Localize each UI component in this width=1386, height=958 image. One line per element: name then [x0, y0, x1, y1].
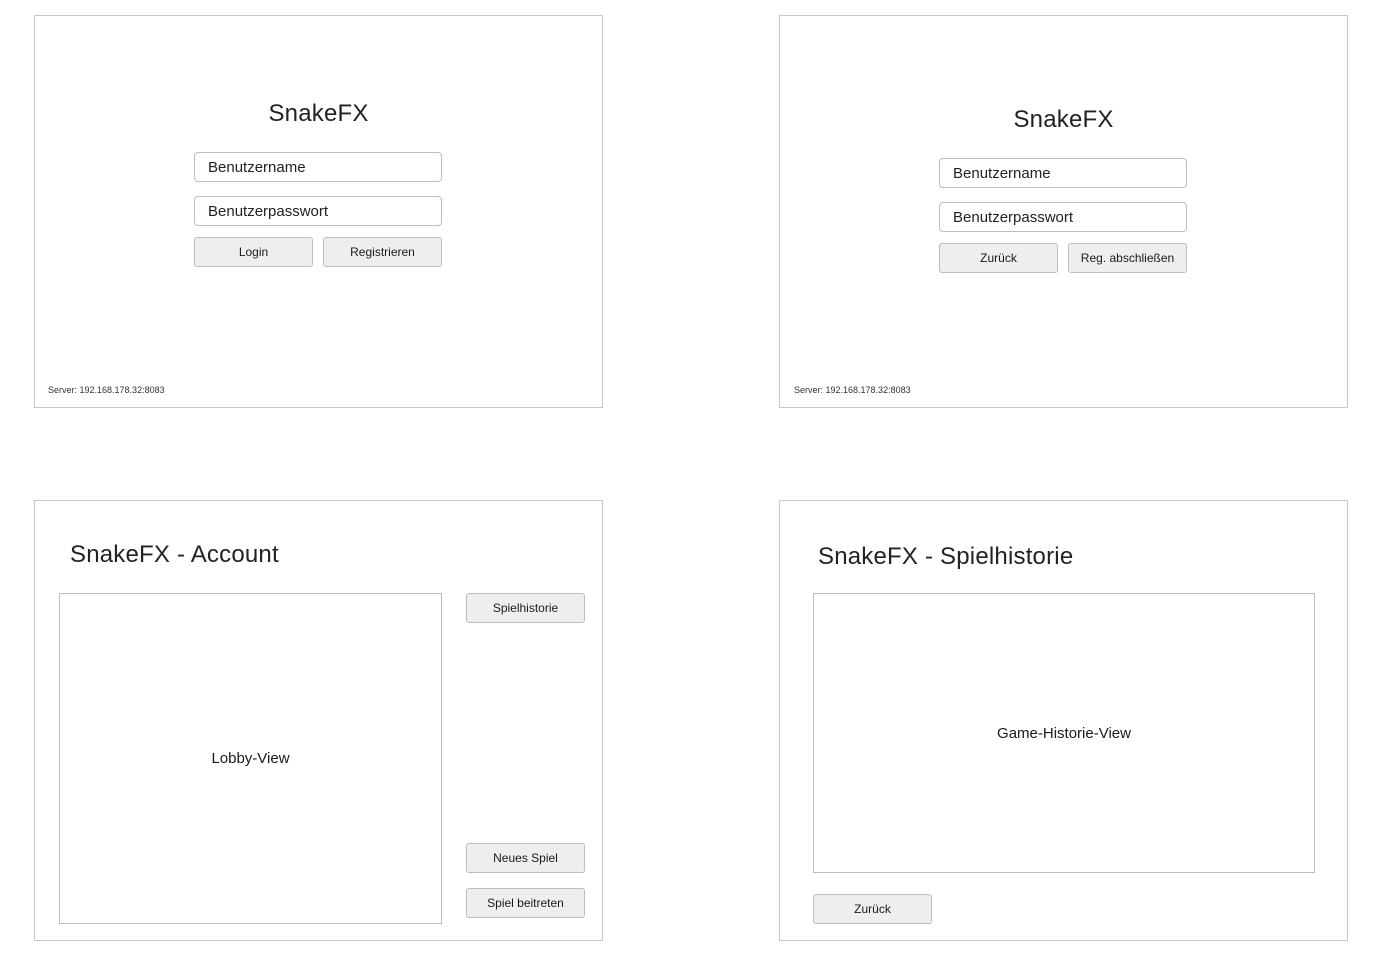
lobby-view[interactable]: Lobby-View — [59, 593, 442, 924]
game-history-view-label: Game-Historie-View — [997, 724, 1131, 742]
account-title: SnakeFX - Account — [70, 541, 279, 568]
server-address-label: Server: 192.168.178.32:8083 — [48, 385, 165, 395]
register-screen: SnakeFX Zurück Reg. abschließen Server: … — [779, 15, 1348, 408]
login-username-input[interactable] — [194, 152, 442, 182]
game-history-view[interactable]: Game-Historie-View — [813, 593, 1315, 873]
register-username-input[interactable] — [939, 158, 1187, 188]
account-screen: SnakeFX - Account Lobby-View Spielhistor… — [34, 500, 603, 941]
register-button[interactable]: Registrieren — [323, 237, 442, 267]
server-address-label: Server: 192.168.178.32:8083 — [794, 385, 911, 395]
login-button[interactable]: Login — [194, 237, 313, 267]
login-password-input[interactable] — [194, 196, 442, 226]
login-title: SnakeFX — [268, 100, 369, 127]
finish-registration-button[interactable]: Reg. abschließen — [1068, 243, 1187, 273]
game-history-screen: SnakeFX - Spielhistorie Game-Historie-Vi… — [779, 500, 1348, 941]
history-title: SnakeFX - Spielhistorie — [818, 543, 1074, 570]
new-game-button[interactable]: Neues Spiel — [466, 843, 585, 873]
back-button[interactable]: Zurück — [813, 894, 932, 924]
join-game-button[interactable]: Spiel beitreten — [466, 888, 585, 918]
game-history-button[interactable]: Spielhistorie — [466, 593, 585, 623]
register-title: SnakeFX — [1013, 106, 1114, 133]
login-screen: SnakeFX Login Registrieren Server: 192.1… — [34, 15, 603, 408]
lobby-view-label: Lobby-View — [211, 750, 290, 767]
back-button[interactable]: Zurück — [939, 243, 1058, 273]
register-password-input[interactable] — [939, 202, 1187, 232]
